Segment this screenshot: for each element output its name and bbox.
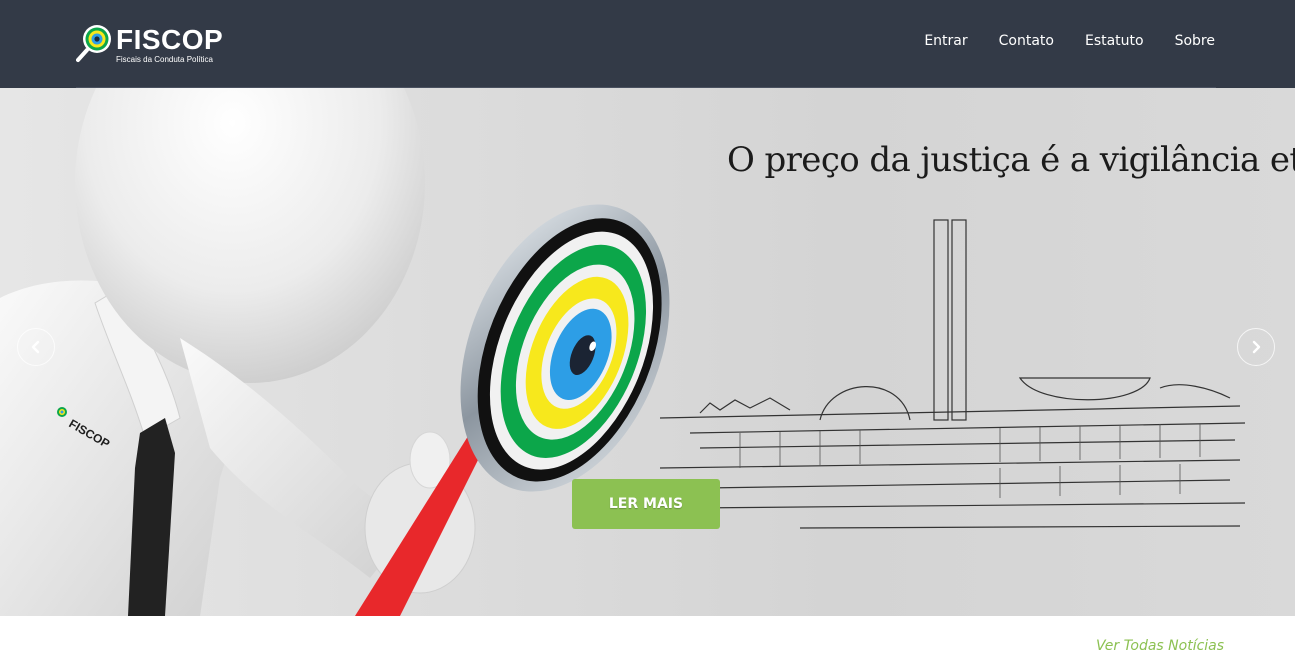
main-nav: Entrar Contato Estatuto Sobre [893,31,1215,51]
nav-estatuto[interactable]: Estatuto [1054,31,1144,51]
chevron-right-icon [1252,340,1261,354]
carousel-next-button[interactable] [1237,328,1275,366]
view-all-news-link[interactable]: Ver Todas Notícias [1096,637,1224,655]
congress-sketch [659,219,1246,529]
top-navbar: FISCOP Fiscais da Conduta Política Entra… [0,0,1295,88]
carousel-prev-button[interactable] [17,328,55,366]
brand-tagline: Fiscais da Conduta Política [116,55,213,64]
brand-logo[interactable]: FISCOP Fiscais da Conduta Política [76,22,236,66]
brand-name: FISCOP [116,24,224,55]
read-more-button[interactable]: LER MAIS [572,479,720,529]
nav-sobre[interactable]: Sobre [1144,31,1215,51]
hero-quote: O preço da justiça é a vigilância eterna… [727,140,1295,180]
chevron-left-icon [31,340,40,354]
hero-carousel: FISCOP O preço da justiça é a vigilância… [0,88,1295,616]
magnifier-eye-icon [76,25,111,62]
nav-entrar[interactable]: Entrar [893,31,967,51]
nav-contato[interactable]: Contato [968,31,1054,51]
